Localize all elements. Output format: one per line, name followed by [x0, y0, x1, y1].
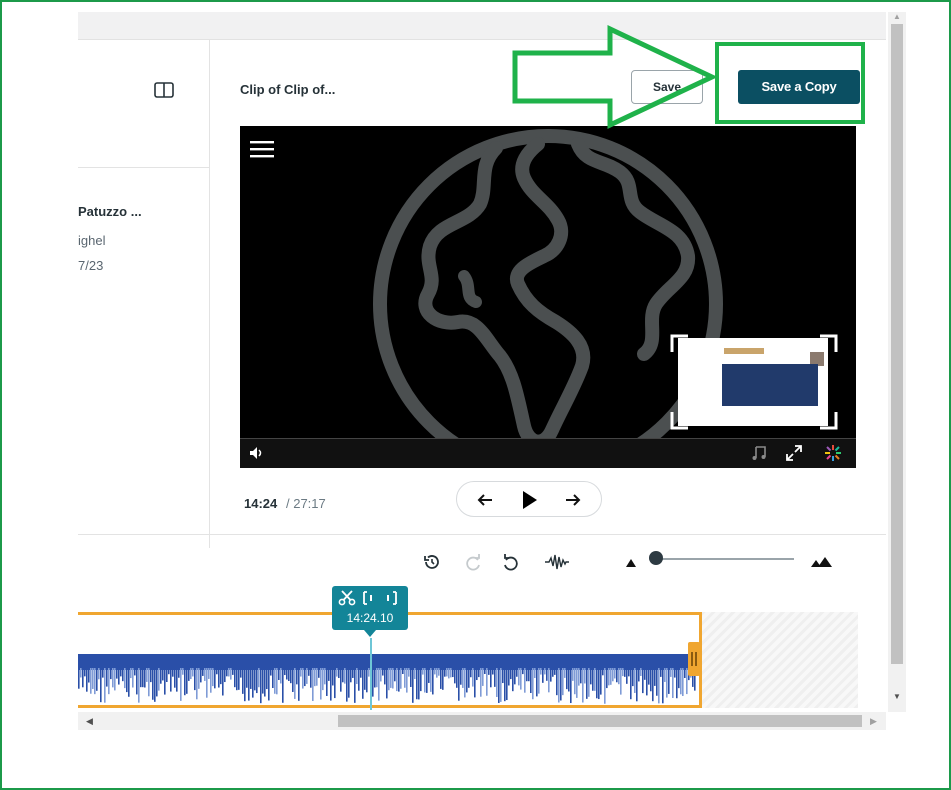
- scroll-right-icon[interactable]: ▶: [870, 716, 877, 727]
- media-title[interactable]: Patuzzo ...: [78, 204, 142, 219]
- redo-icon[interactable]: [464, 552, 484, 572]
- media-owner: ighel: [78, 233, 106, 248]
- music-icon[interactable]: [750, 444, 768, 462]
- panel-toggle-icon[interactable]: [154, 82, 174, 98]
- duration: / 27:17: [286, 496, 326, 511]
- horizontal-scrollbar[interactable]: ◀ ▶: [78, 712, 886, 730]
- loading-icon: [825, 445, 841, 461]
- panel-divider: [78, 167, 210, 168]
- waveform-icon[interactable]: [544, 552, 570, 572]
- playhead-tools: [338, 590, 397, 606]
- top-bar: [78, 12, 886, 40]
- video-player[interactable]: [240, 126, 856, 468]
- vertical-scrollbar[interactable]: ▲ ▼: [888, 12, 906, 712]
- vertical-scrollbar-thumb[interactable]: [891, 24, 903, 664]
- menu-icon[interactable]: [250, 140, 274, 158]
- volume-icon[interactable]: [248, 444, 266, 462]
- undo-icon[interactable]: [500, 552, 520, 572]
- media-details-panel: Patuzzo ... ighel 7/23: [78, 40, 210, 548]
- scroll-up-icon[interactable]: ▲: [893, 12, 901, 21]
- section-divider: [78, 534, 886, 535]
- scroll-left-icon[interactable]: ◀: [86, 716, 93, 727]
- zoom-slider-track[interactable]: [650, 558, 794, 560]
- horizontal-scrollbar-thumb[interactable]: [338, 715, 862, 727]
- thumbnail-slide-band: [722, 364, 818, 406]
- playhead-time: 14:24.10: [346, 611, 394, 625]
- arrow-left-icon[interactable]: [475, 490, 495, 510]
- zoom-slider-thumb[interactable]: [649, 551, 663, 565]
- playback-navigation: [456, 481, 602, 517]
- playhead-marker[interactable]: 14:24.10: [332, 586, 408, 637]
- annotation-arrow-icon: [512, 25, 717, 129]
- audio-waveform: [78, 654, 696, 704]
- player-controlbar: [240, 438, 856, 468]
- zoom-in-icon[interactable]: [810, 552, 834, 572]
- current-time: 14:24: [244, 496, 278, 511]
- slide-thumbnail: [678, 338, 828, 426]
- scroll-down-icon[interactable]: ▼: [893, 692, 901, 701]
- clip-title: Clip of Clip of...: [240, 82, 336, 97]
- split-left-icon[interactable]: [363, 591, 372, 605]
- expand-icon[interactable]: [785, 444, 803, 462]
- zoom-out-icon[interactable]: [624, 552, 638, 572]
- history-icon[interactable]: [422, 552, 442, 572]
- play-icon[interactable]: [519, 490, 539, 510]
- clip-end-handle[interactable]: [688, 642, 700, 676]
- thumbnail-logo: [724, 348, 764, 354]
- media-date: 7/23: [78, 258, 104, 273]
- annotation-highlight-box: [715, 42, 865, 124]
- arrow-right-icon[interactable]: [563, 490, 583, 510]
- cut-icon[interactable]: [338, 590, 356, 606]
- playhead-line[interactable]: [370, 638, 372, 710]
- split-right-icon[interactable]: [387, 591, 397, 605]
